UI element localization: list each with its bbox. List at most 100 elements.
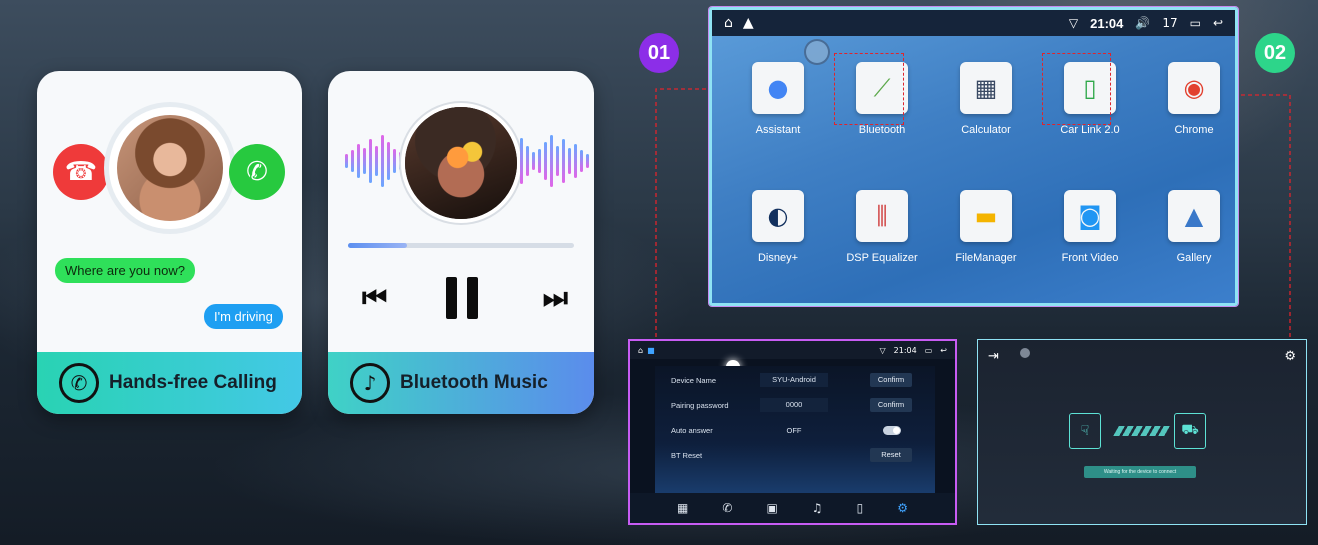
exit-icon[interactable]: ⇥ (988, 349, 999, 364)
equalizer-bar (568, 148, 571, 174)
equalizer-bar (550, 135, 553, 187)
caller-photo (117, 115, 223, 221)
playback-controls: ⏮ ⏭ (362, 277, 568, 319)
contacts-icon[interactable]: ▣ (766, 501, 777, 515)
next-icon[interactable]: ⏭ (543, 281, 568, 315)
connection-status: Waiting for the device to connect (1084, 466, 1196, 478)
app-assistant[interactable]: ● Assistant (728, 62, 828, 136)
app-label: Car Link 2.0 (1060, 124, 1120, 136)
bt-settings-panel: Device Name SYU-Android Confirm Pairing pas… (655, 366, 935, 496)
volume-level: 17 (1162, 16, 1178, 30)
app-dsp-equalizer[interactable]: ⫼ DSP Equalizer (832, 190, 932, 264)
app-label: Chrome (1174, 124, 1214, 136)
equalizer-bar (574, 144, 577, 178)
bt-setting-value: OFF (786, 425, 802, 435)
home-icon[interactable]: ⌂ (638, 346, 643, 355)
caller-avatar (109, 107, 231, 229)
bt-dock: ▦ ✆ ▣ ♫ ▯ ⚙ (630, 493, 955, 523)
music-card-footer: ♪ Bluetooth Music (328, 352, 594, 414)
equalizer-bar (357, 144, 360, 178)
step-badge-02: 02 (1255, 33, 1295, 73)
bt-status-time: 21:04 (893, 345, 917, 355)
volume-icon[interactable]: 🔊 (1135, 16, 1150, 30)
equalizer-bar (387, 142, 390, 180)
bt-setting-value[interactable]: 0000 (760, 398, 828, 412)
equalizer-bar (369, 139, 372, 183)
equalizer-icon: ⫼ (856, 190, 908, 242)
phone-signal-icon: ☟ (1069, 413, 1101, 449)
confirm-button[interactable]: Confirm (870, 373, 912, 387)
auto-answer-toggle[interactable] (883, 425, 901, 435)
calculator-icon: ▦ (960, 62, 1012, 114)
equalizer-bar (556, 146, 559, 176)
launcher-screen: ⌂ ▲ ▽ 21:04 🔊 17 ▭ ↩ ● Assistant ⟋ Bluetoot… (709, 7, 1238, 306)
bluetooth-settings-screen: ⌂ ■ ▽ 21:04 ▭ ↩ Device Name SYU-Android Co… (628, 339, 957, 525)
status-time: 21:04 (1090, 15, 1124, 31)
hands-free-calling-card: ☎ ✆ Where are you now? I'm driving ✆ Han… (37, 71, 302, 414)
recent-apps-icon[interactable]: ▭ (1190, 16, 1201, 30)
back-icon[interactable]: ↩ (940, 346, 947, 355)
equalizer-bar (363, 148, 366, 174)
bt-setting-label: Pairing password (671, 400, 729, 410)
app-gallery[interactable]: ▲ Gallery (1144, 190, 1235, 264)
recent-apps-icon[interactable]: ▭ (925, 346, 933, 355)
disney-plus-icon: ◐ (752, 190, 804, 242)
equalizer-bar (393, 149, 396, 173)
confirm-button[interactable]: Confirm (870, 398, 912, 412)
app-label: Assistant (755, 124, 801, 136)
car-signal-icon: ⛟ (1174, 413, 1206, 449)
equalizer-bar (532, 152, 535, 170)
bt-setting-value[interactable]: SYU-Android (760, 373, 828, 387)
bt-music-icon[interactable]: ♫ (812, 501, 823, 515)
app-chrome[interactable]: ◉ Chrome (1144, 62, 1235, 136)
back-icon[interactable]: ↩ (1213, 16, 1223, 30)
equalizer-bar (544, 142, 547, 180)
equalizer-bar (538, 149, 541, 173)
bt-setting-label: Auto answer (671, 425, 713, 435)
decline-call-button[interactable]: ☎ (53, 144, 109, 200)
bluetooth-highlight-box (834, 53, 904, 125)
equalizer-bars-right (520, 131, 589, 191)
reset-button[interactable]: Reset (870, 448, 912, 462)
accept-call-button[interactable]: ✆ (229, 144, 285, 200)
app-label: DSP Equalizer (846, 252, 918, 264)
step-badge-01: 01 (639, 33, 679, 73)
equalizer-bar (381, 135, 384, 187)
reply-message-bubble: I'm driving (204, 304, 283, 329)
settings-gear-icon[interactable]: ⚙ (1284, 349, 1296, 364)
equalizer-bar (520, 138, 523, 184)
app-calculator[interactable]: ▦ Calculator (936, 62, 1036, 136)
call-log-icon[interactable]: ✆ (722, 501, 732, 515)
keypad-icon[interactable]: ▦ (677, 501, 688, 515)
device-icon[interactable]: ▯ (857, 501, 864, 515)
touch-indicator (1020, 348, 1030, 358)
wifi-icon: ▽ (879, 345, 886, 355)
bluetooth-status-icon: ■ (647, 345, 655, 355)
calling-footer-label: Hands-free Calling (109, 372, 277, 393)
music-progress-bar[interactable] (348, 243, 574, 248)
bt-setting-row: Pairing password 0000 Confirm (655, 395, 935, 415)
launcher-icon[interactable]: ▲ (743, 15, 754, 31)
equalizer-bar (580, 150, 583, 172)
camera-icon: ◙ (1064, 190, 1116, 242)
app-front-video[interactable]: ◙ Front Video (1040, 190, 1140, 264)
gallery-icon: ▲ (1168, 190, 1220, 242)
phone-circle-icon: ✆ (59, 363, 99, 403)
pause-icon[interactable] (446, 277, 478, 319)
app-filemanager[interactable]: ▬ FileManager (936, 190, 1036, 264)
app-label: Gallery (1176, 252, 1212, 264)
home-icon[interactable]: ⌂ (724, 15, 733, 31)
app-label: Disney+ (757, 252, 799, 264)
bt-setting-row: BT Reset Reset (655, 445, 935, 465)
status-bar: ⌂ ▲ ▽ 21:04 🔊 17 ▭ ↩ (712, 10, 1235, 36)
album-photo (405, 107, 517, 219)
previous-icon[interactable]: ⏮ (362, 281, 387, 315)
app-label: FileManager (955, 252, 1017, 264)
bt-setting-row: Device Name SYU-Android Confirm (655, 370, 935, 390)
equalizer-bar (526, 146, 529, 176)
app-disney[interactable]: ◐ Disney+ (728, 190, 828, 264)
bt-setting-label: Device Name (671, 375, 717, 385)
app-label: Front Video (1061, 252, 1119, 264)
settings-gear-icon[interactable]: ⚙ (897, 501, 908, 515)
music-note-icon: ♪ (350, 363, 390, 403)
